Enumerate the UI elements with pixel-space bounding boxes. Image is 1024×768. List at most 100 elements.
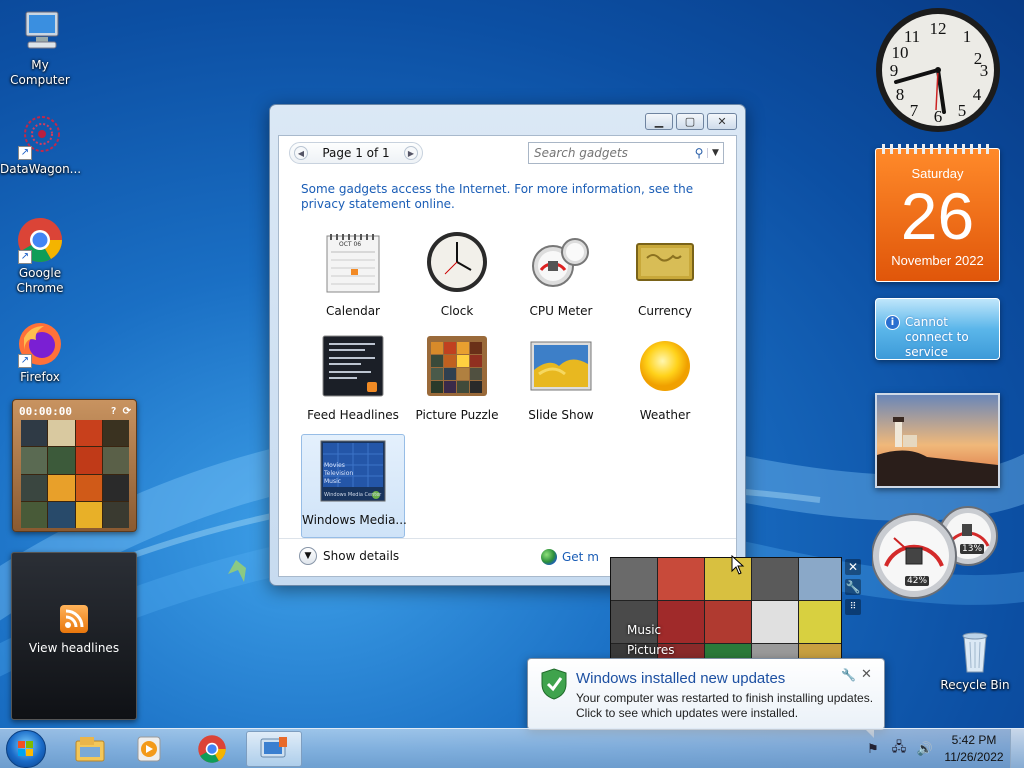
- view-headlines-button[interactable]: View headlines: [12, 641, 136, 655]
- currency-gadget[interactable]: i Cannot connect to service: [875, 298, 1000, 360]
- computer-icon: [16, 8, 64, 56]
- media-center-item-pictures: Pictures: [627, 643, 675, 657]
- desktop-icon-recycle-bin[interactable]: Recycle Bin: [935, 628, 1015, 693]
- minimize-button[interactable]: ▁: [645, 113, 673, 130]
- network-icon[interactable]: 🖧: [889, 739, 909, 759]
- close-icon[interactable]: ✕: [861, 667, 872, 682]
- volume-icon[interactable]: 🔊: [915, 739, 935, 759]
- mouse-cursor-icon: [731, 555, 745, 575]
- gadget-label: Windows Media...: [302, 513, 407, 527]
- desktop-icon-chrome[interactable]: ↗ Google Chrome: [0, 216, 80, 296]
- gadget-windows-media-center[interactable]: Movies Television Music Windows Media Ce…: [301, 434, 407, 538]
- picture-puzzle-icon: [425, 334, 489, 398]
- svg-text:7: 7: [910, 101, 919, 120]
- calendar-month-year: November 2022: [891, 253, 984, 268]
- wrench-icon[interactable]: 🔧: [841, 668, 856, 682]
- show-details-label: Show details: [323, 549, 400, 563]
- calendar-rings: [882, 144, 993, 154]
- gadget-clock[interactable]: Clock: [405, 226, 509, 330]
- drag-handle-icon[interactable]: ⠿: [845, 599, 861, 615]
- shortcut-arrow-icon: ↗: [18, 354, 32, 368]
- media-center-preview-item: Movies: [324, 462, 345, 469]
- taskbar-explorer-button[interactable]: [62, 731, 118, 767]
- help-icon[interactable]: ?: [111, 406, 117, 417]
- desktop-icon-label: DataWagon...: [0, 162, 82, 176]
- calendar-icon: OCT 06: [321, 230, 385, 294]
- close-icon: ✕: [717, 115, 727, 128]
- svg-text:9: 9: [890, 61, 899, 80]
- search-icon[interactable]: ⚲: [691, 146, 707, 160]
- gadget-label: Clock: [440, 304, 474, 318]
- taskbar-chrome-button[interactable]: [184, 731, 240, 767]
- gadget-weather[interactable]: Weather: [613, 330, 717, 434]
- clock-gadget[interactable]: 12 1 2 345 678 9 10 11: [874, 6, 1002, 134]
- media-center-gadget-preview[interactable]: Music Pictures: [610, 557, 842, 667]
- search-input[interactable]: [529, 143, 691, 163]
- action-center-icon[interactable]: ⚑: [863, 739, 883, 759]
- page-navigator: ◀ Page 1 of 1 ▶: [289, 142, 423, 164]
- get-more-gadgets-link[interactable]: Get m: [541, 549, 599, 565]
- rss-icon: [60, 605, 88, 633]
- desktop-icon-datawagon[interactable]: ↗ DataWagon...: [0, 112, 82, 177]
- privacy-notice-link[interactable]: Some gadgets access the Internet. For mo…: [301, 182, 721, 212]
- desktop-icon-firefox[interactable]: ↗ Firefox: [0, 320, 80, 385]
- chrome-icon: [198, 735, 226, 763]
- calendar-gadget[interactable]: Saturday 26 November 2022: [875, 144, 1000, 282]
- gadget-picture-puzzle[interactable]: Picture Puzzle: [405, 330, 509, 434]
- gadget-currency[interactable]: Currency: [613, 226, 717, 330]
- get-more-label: Get m: [562, 550, 599, 564]
- desktop-icon-my-computer[interactable]: My Computer: [0, 8, 80, 88]
- analog-clock-icon: 12 12 345 678 91011: [876, 8, 1000, 132]
- gadget-feed-headlines[interactable]: Feed Headlines: [301, 330, 405, 434]
- shuffle-icon[interactable]: ⟳: [123, 406, 131, 417]
- firefox-icon: ↗: [16, 320, 64, 368]
- gadgets-icon: [260, 737, 287, 758]
- start-button[interactable]: [6, 730, 46, 768]
- svg-text:1: 1: [963, 27, 972, 46]
- wrench-icon[interactable]: 🔧: [845, 579, 861, 595]
- windows-media-center-icon: Movies Television Music Windows Media Ce…: [320, 439, 386, 503]
- next-page-button[interactable]: ▶: [404, 146, 418, 160]
- show-details-toggle[interactable]: ▼ Show details: [299, 547, 399, 565]
- svg-text:5: 5: [958, 101, 967, 120]
- media-center-item-music: Music: [627, 623, 662, 637]
- notification-line: Your computer was restarted to finish in…: [576, 691, 874, 705]
- media-center-menu: Music Pictures: [627, 620, 675, 660]
- update-notification[interactable]: Windows installed new updates Your compu…: [527, 658, 885, 738]
- picture-puzzle-gadget[interactable]: 00:00:00 ? ⟳: [12, 399, 137, 532]
- show-desktop-button[interactable]: [1010, 729, 1024, 768]
- lighthouse-photo: [877, 395, 998, 486]
- taskbar-clock[interactable]: 5:42 PM 11/26/2022: [938, 732, 1010, 766]
- prev-page-button[interactable]: ◀: [294, 146, 308, 160]
- gadget-label: Currency: [637, 304, 693, 318]
- close-icon[interactable]: ✕: [845, 559, 861, 575]
- svg-text:6: 6: [934, 107, 943, 126]
- media-center-preview-item: Music: [324, 478, 342, 485]
- shortcut-arrow-icon: ↗: [18, 250, 32, 264]
- taskbar-media-player-button[interactable]: [122, 731, 178, 767]
- gadget-cpu-meter[interactable]: CPU Meter: [509, 226, 613, 330]
- gadget-gallery-window: ▁ ▢ ✕ ◀ Page 1 of 1 ▶ ⚲ ▼ Some gadgets a…: [269, 104, 746, 586]
- recycle-bin-icon: [951, 628, 999, 676]
- puzzle-tiles[interactable]: [21, 420, 129, 528]
- gadget-slide-show[interactable]: Slide Show: [509, 330, 613, 434]
- gadget-controls: ✕ 🔧 ⠿: [845, 559, 863, 615]
- cpu-meter-gadget[interactable]: 42% 13%: [871, 502, 1002, 602]
- svg-text:4: 4: [973, 85, 982, 104]
- puzzle-header: 00:00:00 ? ⟳: [19, 403, 131, 419]
- globe-icon: [541, 549, 557, 565]
- search-dropdown-button[interactable]: ▼: [707, 148, 723, 158]
- close-button[interactable]: ✕: [707, 113, 737, 130]
- gallery-body: ◀ Page 1 of 1 ▶ ⚲ ▼ Some gadgets access …: [278, 135, 737, 577]
- feed-headlines-gadget[interactable]: View headlines: [11, 552, 137, 720]
- taskbar-gadgets-button[interactable]: [246, 731, 302, 767]
- info-icon: i: [885, 315, 900, 330]
- slide-show-gadget[interactable]: [875, 393, 1000, 488]
- gadget-calendar[interactable]: OCT 06 Calendar: [301, 226, 405, 330]
- media-player-icon: [137, 736, 161, 762]
- svg-text:3: 3: [980, 61, 989, 80]
- clock-time: 5:42 PM: [951, 733, 997, 747]
- gadget-label: Picture Puzzle: [415, 408, 499, 422]
- maximize-button[interactable]: ▢: [676, 113, 704, 130]
- desktop-icon-label: My Computer: [10, 58, 70, 87]
